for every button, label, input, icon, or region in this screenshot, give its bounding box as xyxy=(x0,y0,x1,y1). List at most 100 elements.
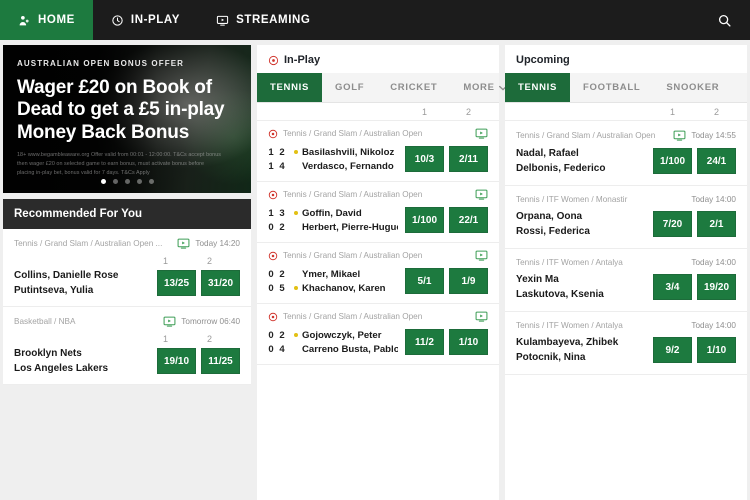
participant-name: Collins, Danielle Rose xyxy=(14,270,119,281)
live-icon xyxy=(268,312,278,322)
content-columns: AUSTRALIAN OPEN BONUS OFFER Wager £20 on… xyxy=(0,40,750,500)
score-set: 0 xyxy=(268,329,274,341)
upcoming-odds-headers: 1 2 xyxy=(505,103,747,121)
tab-snooker[interactable]: SNOOKER xyxy=(653,73,732,102)
event-time: Today 14:20 xyxy=(195,239,240,248)
upcoming-event-3[interactable]: Tennis / ITF Women / Antalya Today 14:00… xyxy=(505,249,747,312)
participant-name: Putintseva, Yulia xyxy=(14,285,94,296)
stream-icon[interactable] xyxy=(475,128,488,139)
recommended-event-1[interactable]: Tennis / Grand Slam / Australian Open ..… xyxy=(3,229,251,307)
tab-cricket[interactable]: CRICKET xyxy=(377,73,450,102)
tab-more-label: MORE xyxy=(463,82,495,93)
clock-icon xyxy=(111,14,124,27)
carousel-dot-4[interactable] xyxy=(136,179,142,184)
event-time: Today 14:00 xyxy=(691,258,736,267)
participant-name: Herbert, Pierre-Hugues xyxy=(302,221,398,233)
event-league: Tennis / ITF Women / Antalya xyxy=(516,258,623,267)
upcoming-title: Upcoming xyxy=(516,54,570,66)
odds-button-2[interactable]: 1/10 xyxy=(449,329,488,355)
odds-button-2[interactable]: 31/20 xyxy=(201,270,240,296)
serve-indicator-icon xyxy=(294,286,298,290)
carousel-dot-5[interactable] xyxy=(148,179,154,184)
nav-item-streaming[interactable]: STREAMING xyxy=(198,0,328,40)
score-game: 2 xyxy=(279,329,285,341)
participant-row: Basilashvili, Nikoloz xyxy=(294,147,398,158)
odds-button-1[interactable]: 10/3 xyxy=(405,146,444,172)
upcoming-tabs: TENNIS FOOTBALL SNOOKER xyxy=(505,73,747,103)
search-button[interactable] xyxy=(699,0,750,40)
odds-button-1[interactable]: 1/100 xyxy=(653,148,692,174)
score-game: 5 xyxy=(279,282,285,294)
event-league: Tennis / Grand Slam / Australian Open xyxy=(283,190,423,199)
odds-button-1[interactable]: 1/100 xyxy=(405,207,444,233)
odds-button-2[interactable]: 2/1 xyxy=(697,211,736,237)
in-play-tabs: TENNIS GOLF CRICKET MORE xyxy=(257,73,507,103)
event-league: Tennis / Grand Slam / Australian Open xyxy=(516,131,656,140)
event-time: Today 14:00 xyxy=(691,195,736,204)
stream-icon[interactable] xyxy=(163,316,176,327)
upcoming-header: Upcoming xyxy=(505,45,747,73)
live-icon xyxy=(268,251,278,261)
odds-header-2: 2 xyxy=(465,107,471,117)
in-play-event-3[interactable]: Tennis / Grand Slam / Australian Open 0 xyxy=(257,243,499,304)
recommended-panel: Recommended For You Tennis / Grand Slam … xyxy=(3,199,251,385)
nav-item-in-play[interactable]: IN-PLAY xyxy=(93,0,198,40)
monitor-icon xyxy=(216,14,229,27)
upcoming-event-4[interactable]: Tennis / ITF Women / Antalya Today 14:00… xyxy=(505,312,747,375)
odds-button-2[interactable]: 1/10 xyxy=(697,337,736,363)
participant-name: Orpana, Oona xyxy=(516,211,583,222)
odds-button-2[interactable]: 24/1 xyxy=(697,148,736,174)
carousel-dot-1[interactable] xyxy=(100,179,106,184)
participant-row: Khachanov, Karen xyxy=(294,283,398,294)
odds-button-1[interactable]: 13/25 xyxy=(157,270,196,296)
odds-button-2[interactable]: 2/11 xyxy=(449,146,488,172)
serve-indicator-icon xyxy=(294,211,298,215)
odds-button-1[interactable]: 5/1 xyxy=(405,268,444,294)
stream-icon[interactable] xyxy=(475,189,488,200)
carousel-dot-2[interactable] xyxy=(112,179,118,184)
score-game: 2 xyxy=(279,268,285,280)
odds-button-2[interactable]: 22/1 xyxy=(449,207,488,233)
stream-icon[interactable] xyxy=(673,130,686,141)
nav-item-home[interactable]: HOME xyxy=(0,0,93,40)
odds-button-1[interactable]: 7/20 xyxy=(653,211,692,237)
in-play-event-4[interactable]: Tennis / Grand Slam / Australian Open 0 xyxy=(257,304,499,365)
promo-banner[interactable]: AUSTRALIAN OPEN BONUS OFFER Wager £20 on… xyxy=(3,45,251,193)
score-game: 2 xyxy=(279,146,285,158)
tab-tennis[interactable]: TENNIS xyxy=(505,73,571,102)
participant-name: Delbonis, Federico xyxy=(516,163,606,174)
participant-row: Gojowczyk, Peter xyxy=(294,330,398,341)
carousel-dots[interactable] xyxy=(3,179,251,184)
score-column: 1 3 0 2 xyxy=(268,208,285,233)
stream-icon[interactable] xyxy=(177,238,190,249)
event-league: Tennis / Grand Slam / Australian Open xyxy=(283,312,423,321)
odds-button-1[interactable]: 9/2 xyxy=(653,337,692,363)
in-play-event-1[interactable]: Tennis / Grand Slam / Australian Open 1 xyxy=(257,121,499,182)
in-play-event-2[interactable]: Tennis / Grand Slam / Australian Open 1 xyxy=(257,182,499,243)
odds-button-1[interactable]: 19/10 xyxy=(157,348,196,374)
live-icon xyxy=(268,55,279,66)
odds-button-2[interactable]: 19/20 xyxy=(697,274,736,300)
stream-icon[interactable] xyxy=(475,250,488,261)
tab-golf[interactable]: GOLF xyxy=(322,73,377,102)
score-set: 0 xyxy=(268,268,274,280)
stream-icon[interactable] xyxy=(475,311,488,322)
serve-indicator-icon xyxy=(294,150,298,154)
upcoming-event-2[interactable]: Tennis / ITF Women / Monastir Today 14:0… xyxy=(505,186,747,249)
odds-column-headers: 1 2 xyxy=(14,256,240,270)
carousel-dot-3[interactable] xyxy=(124,179,130,184)
banner-kicker: AUSTRALIAN OPEN BONUS OFFER xyxy=(17,59,185,68)
tab-football[interactable]: FOOTBALL xyxy=(570,73,653,102)
tab-tennis[interactable]: TENNIS xyxy=(257,73,323,102)
participant-name: Brooklyn Nets xyxy=(14,348,82,359)
recommended-event-2[interactable]: Basketball / NBA Tomorrow 06:40 1 2 Broo… xyxy=(3,307,251,385)
event-time: Today 14:00 xyxy=(691,321,736,330)
odds-button-1[interactable]: 11/2 xyxy=(405,329,444,355)
in-play-panel: In-Play TENNIS GOLF CRICKET MORE 1 2 Ten… xyxy=(257,45,507,500)
score-game: 4 xyxy=(279,160,285,172)
upcoming-event-1[interactable]: Tennis / Grand Slam / Australian Open To… xyxy=(505,121,747,186)
odds-button-2[interactable]: 1/9 xyxy=(449,268,488,294)
odds-button-1[interactable]: 3/4 xyxy=(653,274,692,300)
participant-name: Ymer, Mikael xyxy=(302,268,361,280)
odds-button-2[interactable]: 11/25 xyxy=(201,348,240,374)
